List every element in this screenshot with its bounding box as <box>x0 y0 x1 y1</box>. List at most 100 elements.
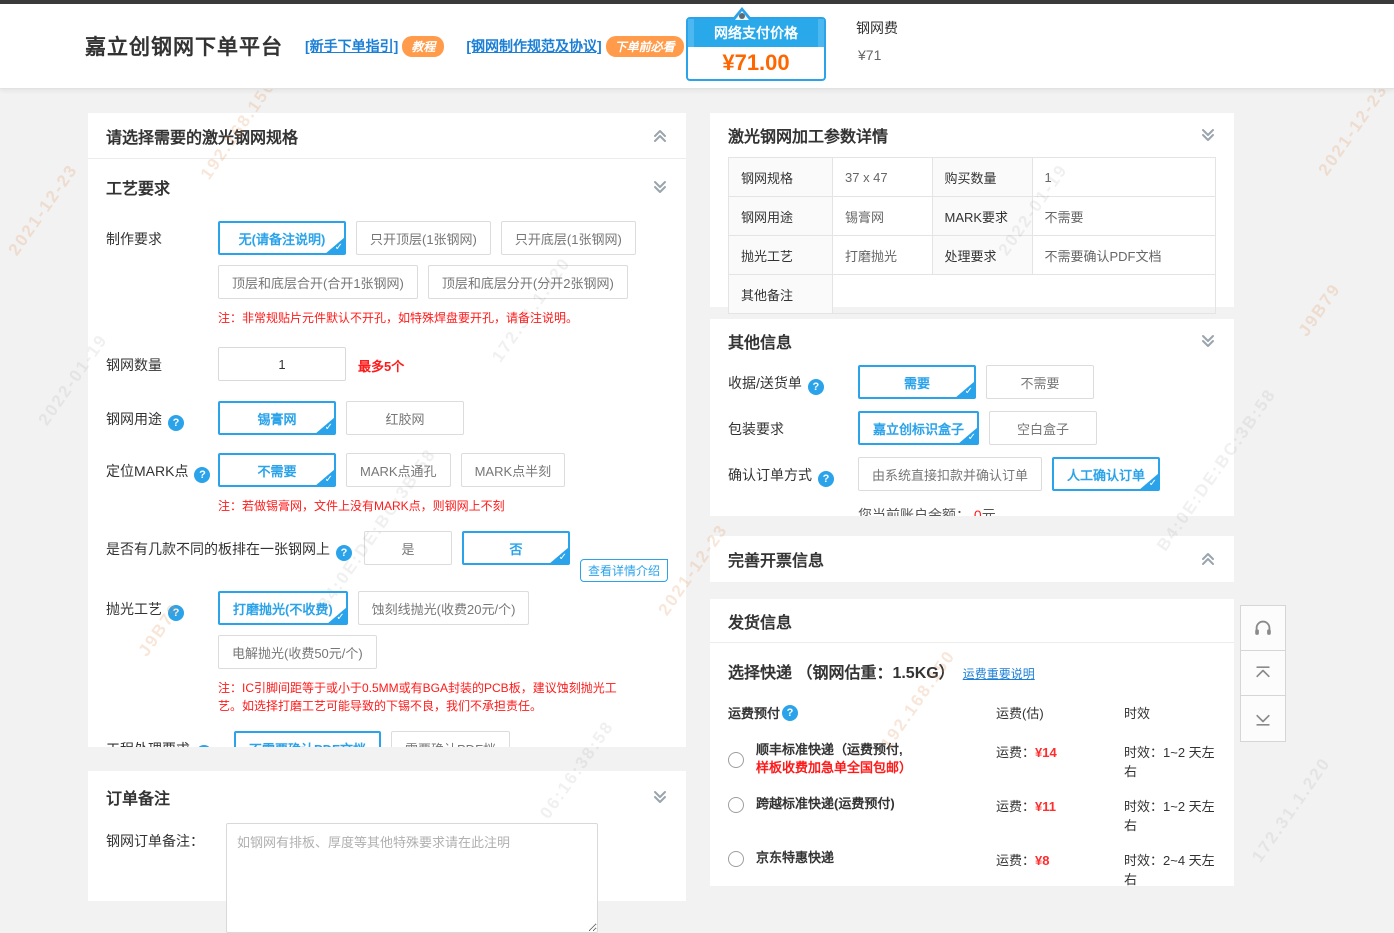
mark-help-icon[interactable]: ? <box>194 467 210 483</box>
order-remark-panel: 订单备注 钢网订单备注： <box>88 771 686 901</box>
invoice-panel: 完善开票信息 <box>710 536 1234 582</box>
confirm-order-label: 确认订单方式 <box>728 467 812 483</box>
param-value <box>833 275 1216 314</box>
page-header: 嘉立创钢网下单平台 [新手下单指引] 教程 [钢网制作规范及协议] 下单前必看 … <box>0 4 1394 89</box>
packing-option-blank-box[interactable]: 空白盒子 <box>989 411 1097 445</box>
courier-radio[interactable] <box>728 752 744 768</box>
stencil-remark-label: 钢网订单备注： <box>106 823 226 851</box>
polish-option-grind[interactable]: 打磨抛光(不收费) <box>218 591 348 625</box>
scroll-to-top-button[interactable] <box>1241 651 1285 696</box>
balance-label: 您当前账户余额： <box>858 507 970 516</box>
price-value: ¥71.00 <box>688 47 824 79</box>
newbie-guide-link[interactable]: [新手下单指引] <box>305 36 398 56</box>
collapse-down-icon[interactable] <box>1200 127 1216 143</box>
make-option-none[interactable]: 无(请备注说明) <box>218 221 346 255</box>
headset-icon <box>1252 617 1274 639</box>
make-option-separate[interactable]: 顶层和底层分开(分开2张钢网) <box>428 265 628 299</box>
param-key: 钢网规格 <box>729 158 833 197</box>
make-requirement-label: 制作要求 <box>106 221 218 249</box>
stencil-fee-value: ¥71 <box>856 47 898 63</box>
collapse-down-icon[interactable] <box>652 179 668 195</box>
customer-service-button[interactable] <box>1241 606 1285 651</box>
shipping-title: 发货信息 <box>728 609 792 633</box>
fee-prefix: 运费： <box>996 853 1035 868</box>
param-key: MARK要求 <box>932 197 1032 236</box>
mark-note: 注：若做锡膏网，文件上没有MARK点，则钢网上不刻 <box>88 487 686 515</box>
fee-prefix: 运费： <box>996 745 1035 760</box>
multi-board-label: 是否有几款不同的板排在一张钢网上 <box>106 541 330 557</box>
make-option-bottom-only[interactable]: 只开底层(1张钢网) <box>501 221 636 255</box>
mark-option-through[interactable]: MARK点通孔 <box>346 453 451 487</box>
param-key: 其他备注 <box>729 275 833 314</box>
to-top-icon <box>1253 663 1273 683</box>
craft-section-title: 工艺要求 <box>106 175 170 199</box>
polish-help-icon[interactable]: ? <box>168 605 184 621</box>
pdf-option-no-confirm[interactable]: 不需要确认PDF文档 <box>234 731 381 747</box>
stencil-remark-textarea[interactable] <box>226 823 598 933</box>
param-key: 购买数量 <box>932 158 1032 197</box>
prepay-help-icon[interactable]: ? <box>782 705 798 721</box>
price-pointer-dot <box>739 13 745 19</box>
pdf-help-icon[interactable]: ? <box>196 745 212 747</box>
param-value: 不需要 <box>1032 197 1216 236</box>
polish-note: 注：IC引脚间距等于或小于0.5MM或有BGA封装的PCB板，建议蚀刻抛光工艺。… <box>88 669 648 715</box>
pdf-option-confirm[interactable]: 需要确认PDF档 <box>391 731 510 747</box>
stencil-fee-label: 钢网费 <box>856 18 898 38</box>
courier-radio[interactable] <box>728 797 744 813</box>
mark-option-none[interactable]: 不需要 <box>218 453 336 487</box>
packing-label: 包装要求 <box>728 411 858 439</box>
polish-option-etch[interactable]: 蚀刻线抛光(收费20元/个) <box>358 591 530 625</box>
multi-option-no[interactable]: 否 <box>462 531 570 565</box>
floating-toolbar <box>1240 605 1286 742</box>
courier-row-ky: 跨越标准快递(运费预付) 运费：¥11 时效：1~2 天左右 <box>728 795 1216 834</box>
make-option-combined[interactable]: 顶层和底层合开(合开1张钢网) <box>218 265 418 299</box>
usage-option-redglue[interactable]: 红胶网 <box>346 401 464 435</box>
confirm-help-icon[interactable]: ? <box>818 471 834 487</box>
other-info-title: 其他信息 <box>728 329 792 353</box>
tutorial-badge[interactable]: 教程 <box>402 36 444 57</box>
price-label: 网络支付价格 <box>688 19 824 47</box>
qty-max-hint: 最多5个 <box>358 347 404 375</box>
param-value: 不需要确认PDF文档 <box>1032 236 1216 275</box>
freight-notice-link[interactable]: 运费重要说明 <box>963 665 1035 682</box>
qty-input[interactable] <box>218 347 346 381</box>
param-value: 37 x 47 <box>833 158 933 197</box>
courier-radio[interactable] <box>728 851 744 867</box>
balance-value: 0 <box>974 507 982 516</box>
table-row: 抛光工艺 打磨抛光 处理要求 不需要确认PDF文档 <box>729 236 1216 275</box>
courier-row-sf: 顺丰标准快递（运费预付, 样板收费加急单全国包邮） 运费：¥14 时效：1~2 … <box>728 741 1216 780</box>
stencil-spec-link[interactable]: [钢网制作规范及协议] <box>466 36 601 56</box>
usage-help-icon[interactable]: ? <box>168 415 184 431</box>
packing-option-jlc-box[interactable]: 嘉立创标识盒子 <box>858 411 979 445</box>
fee-value: ¥8 <box>1035 853 1049 868</box>
mark-label: 定位MARK点 <box>106 463 188 479</box>
courier-name: 京东特惠快递 <box>756 849 996 867</box>
make-option-top-only[interactable]: 只开顶层(1张钢网) <box>356 221 491 255</box>
scroll-to-bottom-button[interactable] <box>1241 696 1285 741</box>
mark-option-half[interactable]: MARK点半刻 <box>461 453 566 487</box>
make-requirement-note: 注：非常规贴片元件默认不开孔，如特殊焊盘要开孔，请备注说明。 <box>88 299 686 327</box>
spec-panel: 请选择需要的激光钢网规格 工艺要求 制作要求 无(请备注说明) 只开顶层(1张钢… <box>88 113 686 747</box>
multi-board-help-icon[interactable]: ? <box>336 545 352 561</box>
collapse-up-icon[interactable] <box>652 128 668 144</box>
confirm-option-manual[interactable]: 人工确认订单 <box>1052 457 1160 491</box>
receipt-option-need[interactable]: 需要 <box>858 365 976 399</box>
other-info-panel: 其他信息 收据/送货单? 需要 不需要 包装要求 嘉立创标识盒子 空白盒子 确认… <box>710 319 1234 516</box>
collapse-up-icon[interactable] <box>1200 551 1216 567</box>
courier-table: 运费预付? 运费(估) 时效 顺丰标准快递（运费预付, 样板收费加急单全国包邮）… <box>710 683 1234 886</box>
receipt-option-no-need[interactable]: 不需要 <box>986 365 1094 399</box>
must-read-badge[interactable]: 下单前必看 <box>606 36 684 57</box>
confirm-option-auto[interactable]: 由系统直接扣款并确认订单 <box>858 457 1042 491</box>
col-prepay-header: 运费预付 <box>728 703 780 722</box>
polish-option-electro[interactable]: 电解抛光(收费50元/个) <box>218 635 377 669</box>
collapse-down-icon[interactable] <box>1200 333 1216 349</box>
collapse-down-icon[interactable] <box>652 789 668 805</box>
courier-name: 跨越标准快递(运费预付) <box>756 795 996 813</box>
col-fee-header: 运费(估) <box>996 703 1124 722</box>
multi-option-yes[interactable]: 是 <box>364 531 452 565</box>
receipt-help-icon[interactable]: ? <box>808 379 824 395</box>
usage-option-solder[interactable]: 锡膏网 <box>218 401 336 435</box>
view-detail-tag[interactable]: 查看详情介绍 <box>580 559 668 582</box>
courier-time: 时效：1~2 天左右 <box>1124 741 1216 780</box>
param-key: 抛光工艺 <box>729 236 833 275</box>
